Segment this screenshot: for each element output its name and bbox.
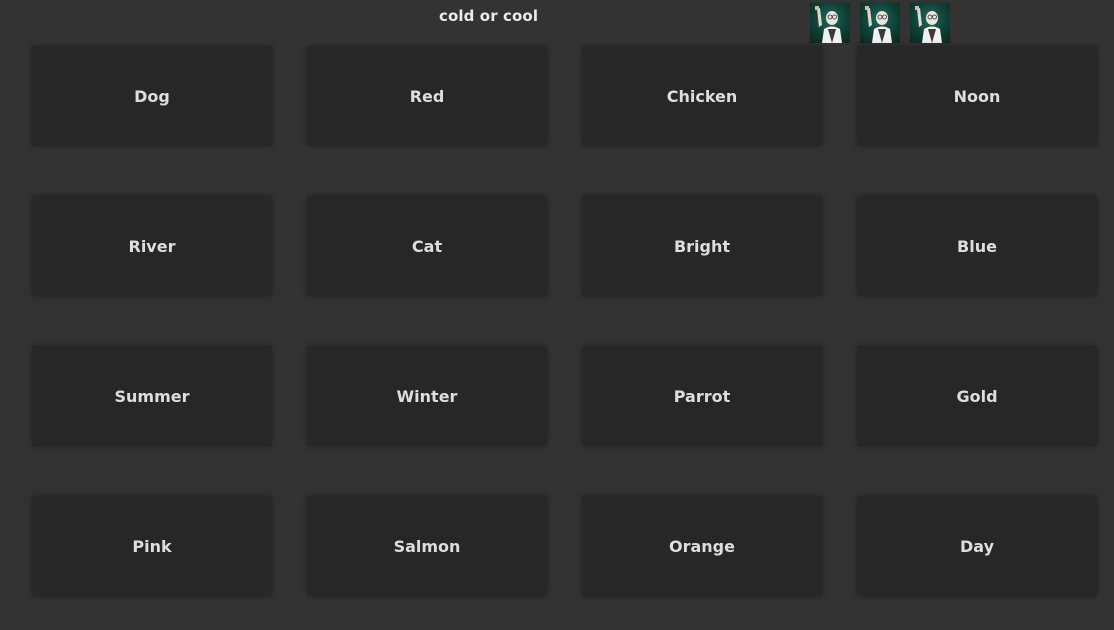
- word-tile[interactable]: Blue: [857, 196, 1097, 296]
- word-tile[interactable]: River: [32, 196, 272, 296]
- word-tile[interactable]: Bright: [582, 196, 822, 296]
- word-tile[interactable]: Red: [307, 46, 547, 146]
- life-mascot-icon: [860, 3, 900, 43]
- word-tile[interactable]: Pink: [32, 496, 272, 596]
- word-tile[interactable]: Gold: [857, 346, 1097, 446]
- word-tile[interactable]: Orange: [582, 496, 822, 596]
- word-tile[interactable]: Winter: [307, 346, 547, 446]
- word-tile[interactable]: Summer: [32, 346, 272, 446]
- word-tile[interactable]: Salmon: [307, 496, 547, 596]
- word-grid: Dog Red Chicken Noon River Cat Bright Bl…: [32, 46, 1097, 596]
- hint-text: cold or cool: [439, 7, 539, 25]
- word-tile[interactable]: Cat: [307, 196, 547, 296]
- word-tile[interactable]: Noon: [857, 46, 1097, 146]
- word-tile[interactable]: Dog: [32, 46, 272, 146]
- word-tile[interactable]: Day: [857, 496, 1097, 596]
- word-tile[interactable]: Chicken: [582, 46, 822, 146]
- lives-indicator: [810, 3, 950, 43]
- word-tile[interactable]: Parrot: [582, 346, 822, 446]
- life-mascot-icon: [910, 3, 950, 43]
- life-mascot-icon: [810, 3, 850, 43]
- game-board: cold or cool Dog Red Chicken Noon River …: [0, 0, 1114, 630]
